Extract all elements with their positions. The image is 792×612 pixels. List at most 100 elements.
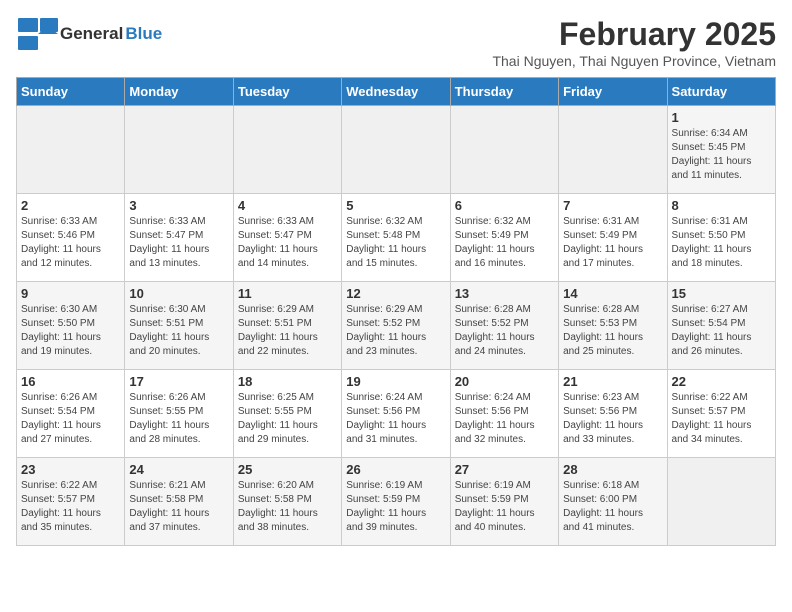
day-info: Sunrise: 6:28 AM Sunset: 5:52 PM Dayligh… (455, 303, 554, 359)
day-info: Sunrise: 6:25 AM Sunset: 5:55 PM Dayligh… (238, 391, 337, 447)
calendar-cell: 24 Sunrise: 6:21 AM Sunset: 5:58 PM Dayli… (125, 458, 233, 546)
day-info: Sunrise: 6:27 AM Sunset: 5:54 PM Dayligh… (672, 303, 771, 359)
calendar-cell: 6 Sunrise: 6:32 AM Sunset: 5:49 PM Daylig… (450, 194, 558, 282)
weekday-header-saturday: Saturday (667, 78, 775, 106)
day-number: 10 (129, 286, 228, 301)
logo-general-text: General (60, 25, 123, 44)
calendar-cell: 27Sunrise: 6:19 AM Sunset: 5:59 PM Dayli… (450, 458, 558, 546)
calendar-table: SundayMondayTuesdayWednesdayThursdayFrid… (16, 77, 776, 546)
page-header: General Blue February 2025 Thai Nguyen, … (16, 16, 776, 69)
day-number: 20 (455, 374, 554, 389)
calendar-cell: 11 Sunrise: 6:29 AM Sunset: 5:51 PM Dayli… (233, 282, 341, 370)
day-info: Sunrise: 6:31 AM Sunset: 5:49 PM Dayligh… (563, 215, 662, 271)
calendar-cell (667, 458, 775, 546)
day-number: 28 (563, 462, 662, 477)
calendar-cell: 25 Sunrise: 6:20 AM Sunset: 5:58 PM Dayli… (233, 458, 341, 546)
title-block: February 2025 Thai Nguyen, Thai Nguyen P… (492, 16, 776, 69)
day-number: 27 (455, 462, 554, 477)
day-info: Sunrise: 6:30 AM Sunset: 5:50 PM Dayligh… (21, 303, 120, 359)
weekday-header-sunday: Sunday (17, 78, 125, 106)
calendar-cell (559, 106, 667, 194)
day-number: 11 (238, 286, 337, 301)
calendar-cell (17, 106, 125, 194)
calendar-cell: 28 Sunrise: 6:18 AM Sunset: 6:00 PM Dayli… (559, 458, 667, 546)
day-number: 23 (21, 462, 120, 477)
day-info: Sunrise: 6:31 AM Sunset: 5:50 PM Dayligh… (672, 215, 771, 271)
calendar-week-row: 2Sunrise: 6:33 AM Sunset: 5:46 PM Daylig… (17, 194, 776, 282)
day-info: Sunrise: 6:23 AM Sunset: 5:56 PM Dayligh… (563, 391, 662, 447)
calendar-cell: 22 Sunrise: 6:22 AM Sunset: 5:57 PM Dayli… (667, 370, 775, 458)
day-number: 4 (238, 198, 337, 213)
calendar-cell: 21 Sunrise: 6:23 AM Sunset: 5:56 PM Dayli… (559, 370, 667, 458)
day-number: 12 (346, 286, 445, 301)
day-number: 24 (129, 462, 228, 477)
day-info: Sunrise: 6:34 AM Sunset: 5:45 PM Dayligh… (672, 127, 771, 183)
day-number: 15 (672, 286, 771, 301)
day-number: 21 (563, 374, 662, 389)
weekday-header-tuesday: Tuesday (233, 78, 341, 106)
calendar-cell: 2Sunrise: 6:33 AM Sunset: 5:46 PM Daylig… (17, 194, 125, 282)
day-info: Sunrise: 6:24 AM Sunset: 5:56 PM Dayligh… (455, 391, 554, 447)
calendar-cell: 19 Sunrise: 6:24 AM Sunset: 5:56 PM Dayli… (342, 370, 450, 458)
day-info: Sunrise: 6:18 AM Sunset: 6:00 PM Dayligh… (563, 479, 662, 535)
calendar-cell: 14 Sunrise: 6:28 AM Sunset: 5:53 PM Dayli… (559, 282, 667, 370)
calendar-cell: 5 Sunrise: 6:32 AM Sunset: 5:48 PM Daylig… (342, 194, 450, 282)
calendar-cell: 18Sunrise: 6:25 AM Sunset: 5:55 PM Dayli… (233, 370, 341, 458)
day-number: 6 (455, 198, 554, 213)
day-info: Sunrise: 6:29 AM Sunset: 5:51 PM Dayligh… (238, 303, 337, 359)
day-info: Sunrise: 6:21 AM Sunset: 5:58 PM Dayligh… (129, 479, 228, 535)
calendar-cell: 3 Sunrise: 6:33 AM Sunset: 5:47 PM Daylig… (125, 194, 233, 282)
calendar-cell (125, 106, 233, 194)
calendar-cell: 16 Sunrise: 6:26 AM Sunset: 5:54 PM Dayli… (17, 370, 125, 458)
day-number: 16 (21, 374, 120, 389)
day-info: Sunrise: 6:33 AM Sunset: 5:47 PM Dayligh… (238, 215, 337, 271)
month-title: February 2025 (492, 16, 776, 53)
logo-blue-text: Blue (125, 25, 162, 44)
calendar-cell: 4 Sunrise: 6:33 AM Sunset: 5:47 PM Daylig… (233, 194, 341, 282)
day-info: Sunrise: 6:20 AM Sunset: 5:58 PM Dayligh… (238, 479, 337, 535)
calendar-cell: 8Sunrise: 6:31 AM Sunset: 5:50 PM Daylig… (667, 194, 775, 282)
weekday-header-wednesday: Wednesday (342, 78, 450, 106)
day-info: Sunrise: 6:26 AM Sunset: 5:54 PM Dayligh… (21, 391, 120, 447)
day-number: 2 (21, 198, 120, 213)
day-info: Sunrise: 6:24 AM Sunset: 5:56 PM Dayligh… (346, 391, 445, 447)
logo: General Blue (16, 16, 162, 52)
calendar-week-row: 9 Sunrise: 6:30 AM Sunset: 5:50 PM Daylig… (17, 282, 776, 370)
weekday-header-monday: Monday (125, 78, 233, 106)
calendar-cell: 13 Sunrise: 6:28 AM Sunset: 5:52 PM Dayli… (450, 282, 558, 370)
day-info: Sunrise: 6:32 AM Sunset: 5:49 PM Dayligh… (455, 215, 554, 271)
day-number: 14 (563, 286, 662, 301)
weekday-header-thursday: Thursday (450, 78, 558, 106)
day-number: 26 (346, 462, 445, 477)
calendar-cell: 9 Sunrise: 6:30 AM Sunset: 5:50 PM Daylig… (17, 282, 125, 370)
day-number: 13 (455, 286, 554, 301)
calendar-cell (233, 106, 341, 194)
day-info: Sunrise: 6:22 AM Sunset: 5:57 PM Dayligh… (672, 391, 771, 447)
calendar-week-row: 16 Sunrise: 6:26 AM Sunset: 5:54 PM Dayli… (17, 370, 776, 458)
calendar-cell: 7 Sunrise: 6:31 AM Sunset: 5:49 PM Daylig… (559, 194, 667, 282)
location-subtitle: Thai Nguyen, Thai Nguyen Province, Vietn… (492, 53, 776, 69)
day-number: 17 (129, 374, 228, 389)
day-info: Sunrise: 6:28 AM Sunset: 5:53 PM Dayligh… (563, 303, 662, 359)
day-number: 3 (129, 198, 228, 213)
day-number: 19 (346, 374, 445, 389)
calendar-week-row: 1Sunrise: 6:34 AM Sunset: 5:45 PM Daylig… (17, 106, 776, 194)
day-number: 5 (346, 198, 445, 213)
calendar-cell: 23 Sunrise: 6:22 AM Sunset: 5:57 PM Dayli… (17, 458, 125, 546)
day-info: Sunrise: 6:33 AM Sunset: 5:47 PM Dayligh… (129, 215, 228, 271)
weekday-header-row: SundayMondayTuesdayWednesdayThursdayFrid… (17, 78, 776, 106)
calendar-cell: 26 Sunrise: 6:19 AM Sunset: 5:59 PM Dayli… (342, 458, 450, 546)
calendar-cell: 10 Sunrise: 6:30 AM Sunset: 5:51 PM Dayli… (125, 282, 233, 370)
calendar-cell: 1Sunrise: 6:34 AM Sunset: 5:45 PM Daylig… (667, 106, 775, 194)
day-number: 25 (238, 462, 337, 477)
day-info: Sunrise: 6:19 AM Sunset: 5:59 PM Dayligh… (346, 479, 445, 535)
day-number: 9 (21, 286, 120, 301)
day-info: Sunrise: 6:29 AM Sunset: 5:52 PM Dayligh… (346, 303, 445, 359)
day-info: Sunrise: 6:22 AM Sunset: 5:57 PM Dayligh… (21, 479, 120, 535)
day-info: Sunrise: 6:32 AM Sunset: 5:48 PM Dayligh… (346, 215, 445, 271)
day-number: 7 (563, 198, 662, 213)
logo-icon (16, 16, 60, 52)
day-number: 22 (672, 374, 771, 389)
calendar-cell: 20 Sunrise: 6:24 AM Sunset: 5:56 PM Dayli… (450, 370, 558, 458)
day-info: Sunrise: 6:30 AM Sunset: 5:51 PM Dayligh… (129, 303, 228, 359)
